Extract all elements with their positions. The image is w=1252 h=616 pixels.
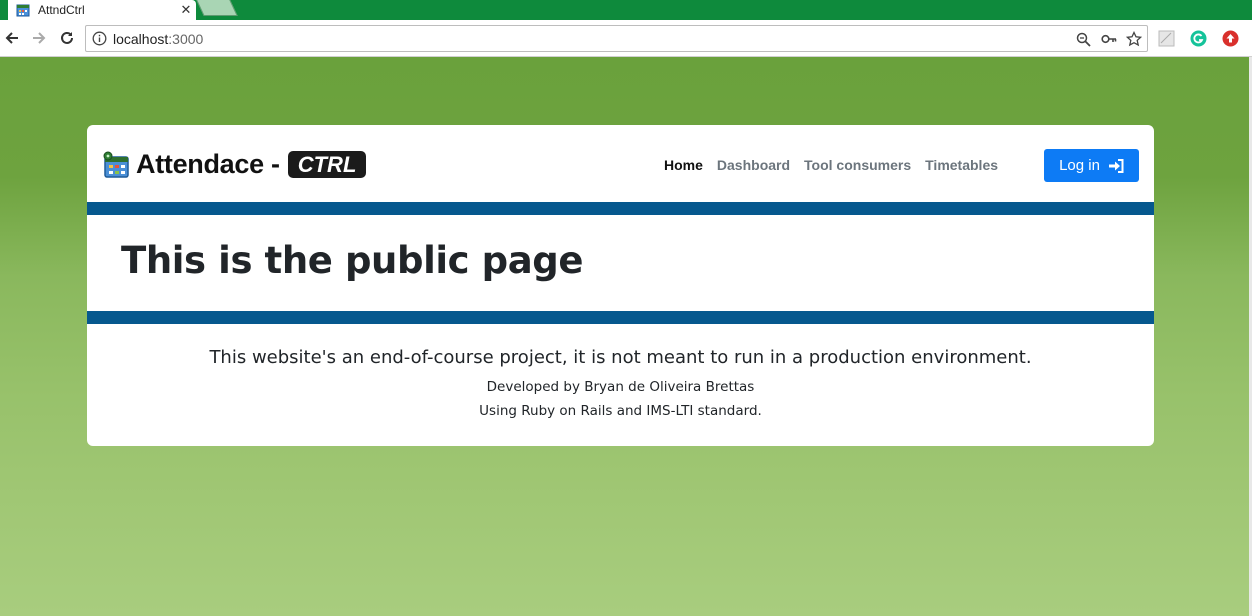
reload-icon[interactable] [57,28,77,48]
divider-stripe-top [87,202,1154,215]
nav-link-dashboard[interactable]: Dashboard [710,157,797,173]
tab-title: AttndCtrl [38,3,85,17]
grammarly-icon[interactable] [1189,29,1207,47]
page-footer: This website's an end-of-course project,… [87,347,1154,423]
close-icon[interactable]: ✕ [176,2,196,18]
calendar-icon [16,4,30,17]
nav-links: Home Dashboard Tool consumers Timetables [657,157,1005,173]
page-title: This is the public page [121,239,584,282]
login-label: Log in [1059,157,1100,174]
footer-author: Developed by Bryan de Oliveira Brettas [486,379,755,395]
site-navbar: Attendace - CTRL Home Dashboard Tool con… [87,125,1154,202]
forward-arrow-icon[interactable] [29,28,49,48]
brand-badge: CTRL [287,151,367,178]
sign-in-icon [1108,158,1124,173]
url-text: localhost:3000 [113,31,203,47]
footer-tech: Using Ruby on Rails and IMS-LTI standard… [479,403,762,419]
address-bar[interactable]: localhost:3000 [85,25,1148,52]
info-icon[interactable] [92,31,107,46]
browser-toolbar: localhost:3000 [0,20,1252,57]
brand-text: Attendace - [136,149,280,179]
divider-stripe-bottom [87,311,1154,324]
key-icon[interactable] [1100,30,1118,48]
star-icon[interactable] [1125,30,1143,48]
brand-logo[interactable]: Attendace - CTRL [102,149,367,180]
nav-link-tool-consumers[interactable]: Tool consumers [797,157,918,173]
url-port: :3000 [168,31,204,47]
zoom-icon[interactable] [1074,30,1092,48]
url-host: localhost [113,31,169,47]
new-tab-button[interactable] [196,0,238,16]
adblock-icon[interactable] [1221,29,1239,47]
browser-tab-strip: AttndCtrl ✕ [0,0,1252,20]
nav-link-home[interactable]: Home [657,157,710,173]
calendar-icon [103,151,129,178]
page-background: Attendace - CTRL Home Dashboard Tool con… [0,57,1252,616]
extension-icon[interactable] [1157,29,1175,47]
nav-link-timetables[interactable]: Timetables [918,157,1005,173]
browser-tab[interactable]: AttndCtrl ✕ [8,0,196,20]
main-card: Attendace - CTRL Home Dashboard Tool con… [87,125,1154,446]
login-button[interactable]: Log in [1044,149,1139,182]
footer-disclaimer: This website's an end-of-course project,… [209,347,1032,368]
back-arrow-icon[interactable] [2,28,22,48]
